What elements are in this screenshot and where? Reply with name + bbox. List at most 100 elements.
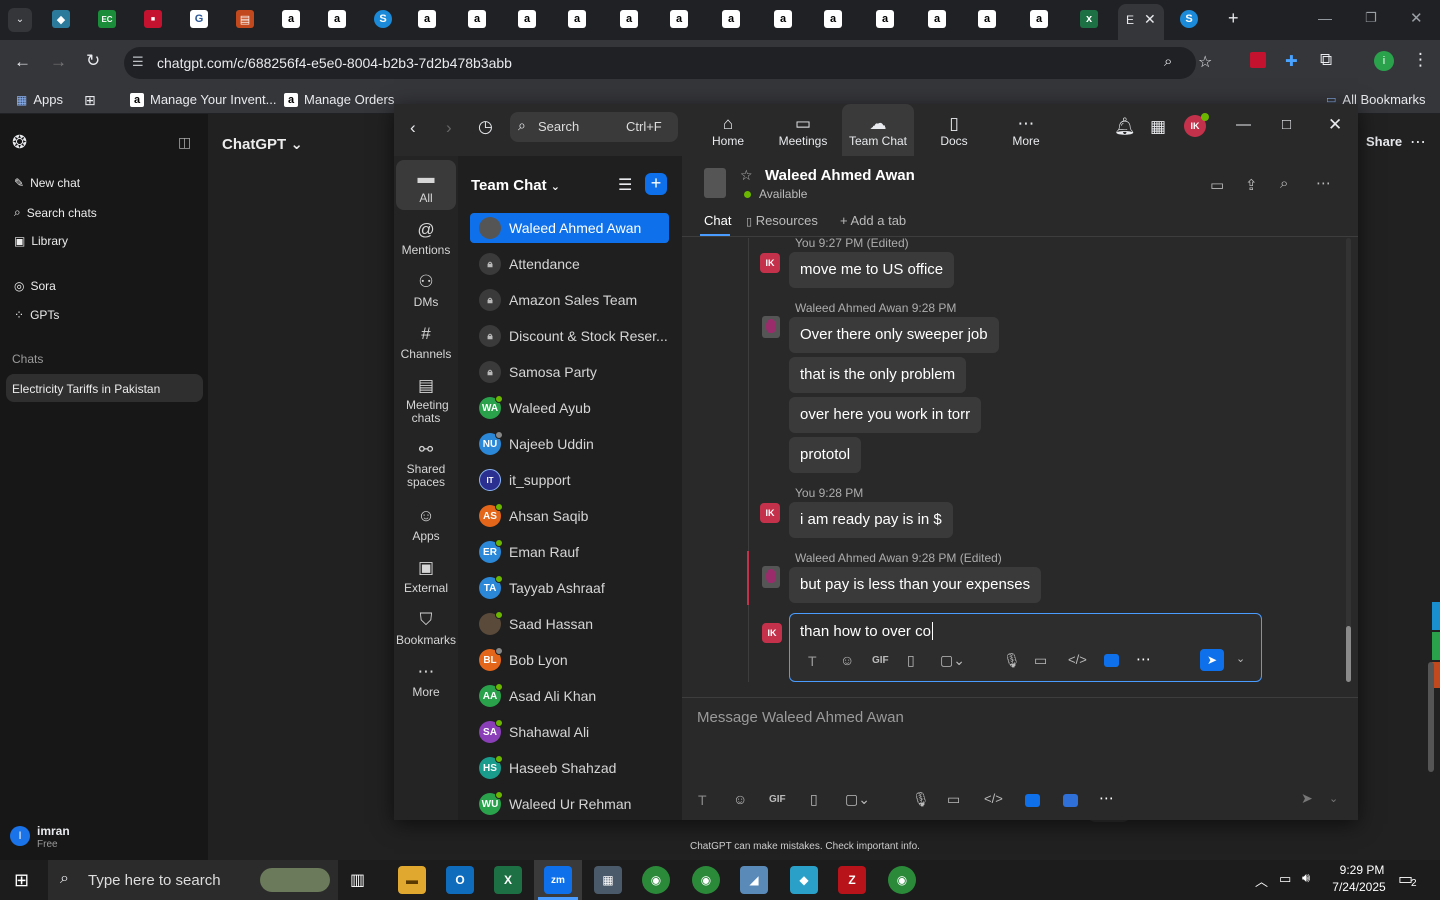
search-icon[interactable]: ⌕ [1280,175,1288,192]
search-chats-button[interactable]: ⌕ Search chats [14,205,97,220]
share-button[interactable]: Share [1366,134,1402,149]
edit-message-text[interactable]: than how to over co [800,623,931,640]
gif-icon[interactable]: GIF [872,655,889,666]
tab-favicon-amazon[interactable]: a [1030,10,1048,28]
extensions-icon[interactable]: ⧉ [1320,50,1332,70]
bookmark-manage-orders[interactable]: a Manage Orders [284,92,394,107]
tray-chevron-icon[interactable]: ︿ [1255,871,1268,890]
share-screen-icon[interactable]: ⇪ [1245,176,1258,194]
list-item[interactable]: NU Najeeb Uddin [470,429,669,459]
list-item[interactable]: ER Eman Rauf [470,537,669,567]
tab-favicon-3[interactable]: ■ [144,10,162,28]
chat-history-item[interactable]: Electricity Tariffs in Pakistan [6,374,203,402]
rail-shared-spaces[interactable]: ⚯ Shared spaces [394,440,458,489]
more-dots-icon[interactable]: ⋯ [1099,789,1114,807]
rail-apps[interactable]: ☺ Apps [394,506,458,543]
whats-new-gift-icon[interactable]: ▦ [1150,117,1166,137]
scrollbar-thumb[interactable] [1428,662,1434,772]
clock-date[interactable]: 7/24/2025 [1328,880,1390,894]
tab-favicon-amazon[interactable]: a [282,10,300,28]
chat-list-title[interactable]: Team Chat ⌄ [471,177,560,194]
tab-favicon-amazon[interactable]: a [620,10,638,28]
list-item[interactable]: 🔒︎ Amazon Sales Team [470,285,669,315]
microphone-icon[interactable]: 🎙︎ [1003,652,1021,669]
window-close-icon[interactable]: ✕ [1410,9,1423,27]
list-item[interactable]: SA Shahawal Ali [470,717,669,747]
tab-groups-icon[interactable]: ⊞ [84,92,96,109]
tab-favicon-4[interactable]: G [190,10,208,28]
scrollbar-thumb[interactable] [1346,626,1351,682]
tab-favicon-amazon[interactable]: a [876,10,894,28]
sora-button[interactable]: ◎ Sora [14,279,56,293]
video-message-icon[interactable]: ▭ [1034,652,1047,669]
list-item[interactable]: 🔒︎ Samosa Party [470,357,669,387]
list-item[interactable]: IT it_support [470,465,669,495]
list-item[interactable]: AA Asad Ali Khan [470,681,669,711]
notifications-bell-icon[interactable]: 🔔︎ [1114,117,1136,137]
list-item[interactable]: BL Bob Lyon [470,645,669,675]
list-item[interactable]: 🔒︎ Attendance [470,249,669,279]
excel-icon[interactable]: X [494,866,522,894]
nav-docs[interactable]: ▯ Docs [924,114,984,148]
network-icon[interactable]: ▭ [1279,871,1291,887]
tab-close-icon[interactable]: ✕ [1144,11,1156,28]
rail-mentions[interactable]: @ Mentions [394,220,458,257]
active-tab[interactable]: E ✕ [1118,4,1164,40]
list-item-selected[interactable]: Waleed Ahmed Awan [470,213,669,243]
outlook-icon[interactable]: O [446,866,474,894]
list-item[interactable]: WA Waleed Ayub [470,393,669,423]
tab-favicon-amazon[interactable]: a [978,10,996,28]
favorite-star-icon[interactable]: ☆ [740,167,753,184]
zoom-app-icon[interactable] [1104,654,1119,667]
list-item[interactable]: Saad Hassan [470,609,669,639]
calculator-icon[interactable]: ▦ [594,866,622,894]
tab-favicon-2[interactable]: EC [98,10,116,28]
task-view-icon[interactable]: ▥ [350,870,365,890]
zoom-icon[interactable]: zm [544,866,572,894]
emoji-icon[interactable]: ☺ [733,791,747,807]
rail-all[interactable]: ▬ All [394,168,458,205]
list-item[interactable]: WU Waleed Ur Rehman [470,789,669,819]
file-icon[interactable]: ▯ [907,652,915,669]
list-item[interactable]: AS Ahsan Saqib [470,501,669,531]
address-bar[interactable]: ☰ chatgpt.com/c/688256f4-e5e0-8004-b2b3-… [124,47,1212,79]
chrome-icon[interactable]: ◉ [888,866,916,894]
sidebar-toggle-icon[interactable]: ◫ [178,134,191,151]
extension-puzzle-blue-icon[interactable]: ✚ [1285,52,1298,70]
more-options-icon[interactable]: ⋯ [1410,132,1426,152]
bookmark-star-icon[interactable]: ☆ [1198,52,1212,72]
window-restore-icon[interactable]: ❐ [1365,10,1377,26]
screenshot-icon[interactable]: ▢⌄ [845,791,870,808]
chatgpt-model-selector[interactable]: ChatGPT ⌄ [222,135,303,153]
code-snippet-icon[interactable]: </> [1068,652,1087,667]
list-item[interactable]: TA Tayyab Ashraaf [470,573,669,603]
app-icon[interactable]: ◢ [740,866,768,894]
tab-favicon-amazon[interactable]: a [518,10,536,28]
search-input[interactable]: ⌕ Search Ctrl+F [510,112,678,142]
send-icon[interactable]: ➤ [1200,649,1224,671]
chevron-down-icon[interactable]: ⌄ [1236,652,1245,665]
app-icon[interactable]: ◆ [790,866,818,894]
library-button[interactable]: ▣ Library [14,234,68,248]
nav-team-chat[interactable]: ☁ Team Chat [842,104,914,156]
tab-add-tab[interactable]: + Add a tab [840,213,906,228]
nav-home[interactable]: ⌂ Home [698,114,758,148]
rail-channels[interactable]: # Channels [394,324,458,361]
new-tab-plus-icon[interactable]: + [1228,8,1239,29]
history-icon[interactable]: ◷ [478,117,493,137]
extension-pdf-icon[interactable] [1250,52,1266,68]
tab-favicon-amazon[interactable]: a [928,10,946,28]
rail-more[interactable]: ⋯ More [394,662,458,699]
contact-photo[interactable] [704,168,726,198]
video-message-icon[interactable]: ▭ [947,791,960,808]
tab-favicon-5[interactable]: ▤ [236,10,254,28]
windows-start-icon[interactable]: ⊞ [14,870,29,891]
tab-favicon-s[interactable]: S [1180,10,1198,28]
zoom-docs-app-icon[interactable] [1063,794,1078,807]
nav-meetings[interactable]: ▭ Meetings [772,114,834,148]
tab-favicon-amazon[interactable]: a [568,10,586,28]
zoom-icon[interactable]: ⌕ [1164,53,1172,70]
zoom-app-icon[interactable] [1025,794,1040,807]
chevron-down-icon[interactable]: ⌄ [1329,792,1338,805]
filezilla-icon[interactable]: Z [838,866,866,894]
